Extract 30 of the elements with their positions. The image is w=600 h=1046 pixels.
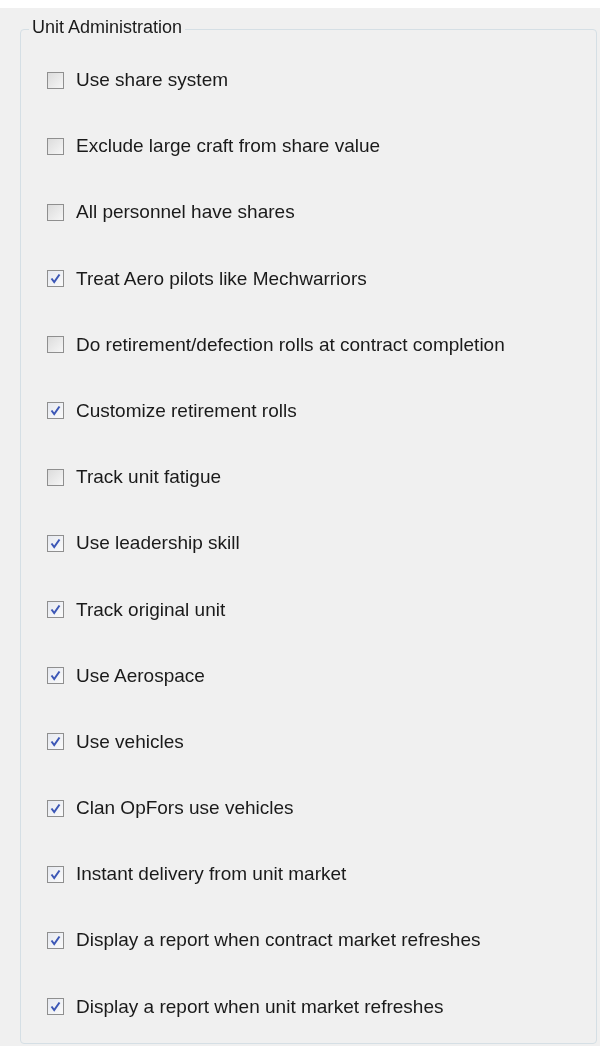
checkbox-option[interactable]: Use vehicles xyxy=(47,729,596,754)
checkbox-option[interactable]: Clan OpFors use vehicles xyxy=(47,796,596,821)
checkbox-option[interactable]: Instant delivery from unit market xyxy=(47,862,596,887)
checkbox[interactable] xyxy=(47,865,64,883)
checkbox-option[interactable]: Treat Aero pilots like Mechwarriors xyxy=(47,266,596,291)
checkbox-option[interactable]: Track original unit xyxy=(47,597,596,622)
checkbox-option[interactable]: Display a report when unit market refreshes xyxy=(47,994,596,1019)
checkbox[interactable] xyxy=(47,667,64,685)
checkbox-option[interactable]: Exclude large craft from share value xyxy=(47,134,596,159)
checkbox[interactable] xyxy=(47,998,64,1016)
checkbox-option[interactable]: Use Aerospace xyxy=(47,663,596,688)
checkbox-option[interactable]: Use leadership skill xyxy=(47,531,596,556)
checkbox[interactable] xyxy=(47,336,64,354)
checkbox-option[interactable]: Use share system xyxy=(47,68,596,92)
checkbox[interactable] xyxy=(47,733,64,751)
checkbox-option[interactable]: All personnel have shares xyxy=(47,200,596,225)
checkbox[interactable] xyxy=(47,203,64,221)
checkbox[interactable] xyxy=(47,137,64,155)
checkbox-option[interactable]: Do retirement/defection rolls at contract completion xyxy=(47,332,596,357)
checkbox[interactable] xyxy=(47,931,64,949)
checkbox[interactable] xyxy=(47,71,64,89)
checkbox[interactable] xyxy=(47,468,64,486)
checkbox[interactable] xyxy=(47,402,64,420)
checkbox[interactable] xyxy=(47,270,64,288)
checkbox-option[interactable]: Track unit fatigue xyxy=(47,465,596,490)
checkbox[interactable] xyxy=(47,534,64,552)
checkbox-option[interactable]: Display a report when contract market refreshes xyxy=(47,928,596,953)
checkbox[interactable] xyxy=(47,799,64,817)
checkbox[interactable] xyxy=(47,601,64,618)
checkbox-option[interactable]: Customize retirement rolls xyxy=(47,398,596,423)
